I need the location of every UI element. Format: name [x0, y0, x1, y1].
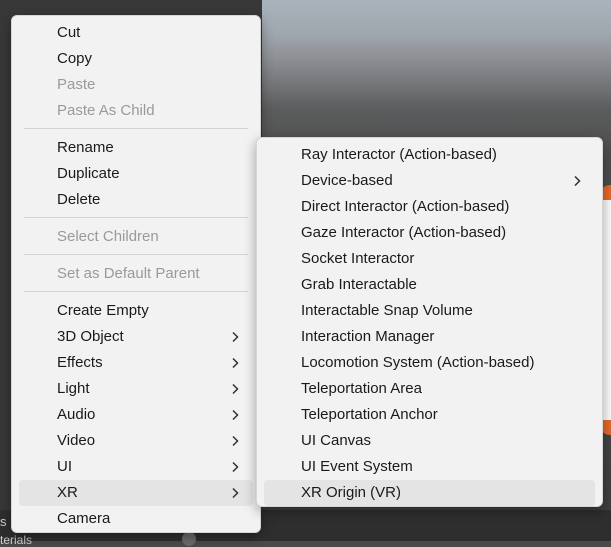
menu-item-label: Rename: [57, 139, 114, 156]
menu-item-label: Teleportation Area: [301, 380, 422, 397]
menu-item-label: Device-based: [301, 172, 393, 189]
menu-item-label: Duplicate: [57, 165, 120, 182]
slider-knob[interactable]: [182, 532, 196, 546]
menu-item-create-empty[interactable]: Create Empty: [19, 298, 253, 324]
menu-item-label: Interaction Manager: [301, 328, 435, 345]
submenu-item-locomotion-system[interactable]: Locomotion System (Action-based): [264, 350, 595, 376]
menu-item-label: Socket Interactor: [301, 250, 415, 267]
chevron-right-icon: [227, 329, 243, 345]
submenu-item-ray-interactor[interactable]: Ray Interactor (Action-based): [264, 142, 595, 168]
menu-item-video[interactable]: Video: [19, 428, 253, 454]
menu-item-label: Light: [57, 380, 90, 397]
menu-item-label: XR Origin (VR): [301, 484, 402, 501]
menu-item-audio[interactable]: Audio: [19, 402, 253, 428]
menu-item-label: Direct Interactor (Action-based): [301, 198, 510, 215]
menu-item-label: 3D Object: [57, 328, 124, 345]
submenu-item-interaction-manager[interactable]: Interaction Manager: [264, 324, 595, 350]
bottom-panel-label: s: [0, 514, 7, 529]
menu-item-light[interactable]: Light: [19, 376, 253, 402]
chevron-right-icon: [227, 355, 243, 371]
menu-item-camera[interactable]: Camera: [19, 506, 253, 532]
chevron-right-icon: [569, 173, 585, 189]
menu-item-cut[interactable]: Cut: [19, 20, 253, 46]
submenu-item-xr-origin[interactable]: XR Origin (VR): [264, 480, 595, 506]
menu-item-rename[interactable]: Rename: [19, 135, 253, 161]
submenu-item-ui-canvas[interactable]: UI Canvas: [264, 428, 595, 454]
menu-separator: [24, 217, 248, 218]
menu-item-ui[interactable]: UI: [19, 454, 253, 480]
menu-item-xr[interactable]: XR: [19, 480, 253, 506]
menu-item-label: Cut: [57, 24, 81, 41]
menu-item-3d-object[interactable]: 3D Object: [19, 324, 253, 350]
menu-item-label: Grab Interactable: [301, 276, 417, 293]
bottom-panel-sublabel: terials: [0, 533, 33, 547]
menu-item-label: Select Children: [57, 228, 159, 245]
menu-item-label: Locomotion System (Action-based): [301, 354, 535, 371]
menu-item-label: UI Canvas: [301, 432, 372, 449]
menu-separator: [24, 291, 248, 292]
menu-item-label: Paste As Child: [57, 102, 155, 119]
menu-separator: [24, 254, 248, 255]
submenu-item-teleportation-area[interactable]: Teleportation Area: [264, 376, 595, 402]
submenu-item-direct-interactor[interactable]: Direct Interactor (Action-based): [264, 194, 595, 220]
chevron-right-icon: [227, 459, 243, 475]
menu-item-duplicate[interactable]: Duplicate: [19, 161, 253, 187]
chevron-right-icon: [227, 381, 243, 397]
menu-item-label: Teleportation Anchor: [301, 406, 438, 423]
menu-item-label: Create Empty: [57, 302, 149, 319]
menu-item-label: Audio: [57, 406, 96, 423]
menu-item-label: UI Event System: [301, 458, 413, 475]
chevron-right-icon: [227, 407, 243, 423]
menu-item-paste: Paste: [19, 72, 253, 98]
menu-item-label: Gaze Interactor (Action-based): [301, 224, 507, 241]
submenu-item-socket-interactor[interactable]: Socket Interactor: [264, 246, 595, 272]
menu-item-delete[interactable]: Delete: [19, 187, 253, 213]
submenu-item-gaze-interactor[interactable]: Gaze Interactor (Action-based): [264, 220, 595, 246]
chevron-right-icon: [227, 433, 243, 449]
submenu-item-ui-event-system[interactable]: UI Event System: [264, 454, 595, 480]
submenu-item-teleportation-anchor[interactable]: Teleportation Anchor: [264, 402, 595, 428]
menu-item-label: Effects: [57, 354, 103, 371]
menu-item-label: Interactable Snap Volume: [301, 302, 473, 319]
menu-item-paste-as-child: Paste As Child: [19, 98, 253, 124]
xr-submenu: Ray Interactor (Action-based) Device-bas…: [256, 137, 603, 507]
menu-item-set-default-parent: Set as Default Parent: [19, 261, 253, 287]
menu-item-label: XR: [57, 484, 78, 501]
menu-item-label: Set as Default Parent: [57, 265, 200, 282]
chevron-right-icon: [227, 485, 243, 501]
submenu-item-device-based[interactable]: Device-based: [264, 168, 595, 194]
menu-item-label: Video: [57, 432, 96, 449]
menu-item-label: Copy: [57, 50, 93, 67]
menu-item-label: Camera: [57, 510, 111, 527]
menu-separator: [24, 128, 248, 129]
context-menu: Cut Copy Paste Paste As Child Rename Dup…: [11, 15, 261, 533]
menu-item-label: UI: [57, 458, 72, 475]
menu-item-label: Ray Interactor (Action-based): [301, 146, 497, 163]
menu-item-select-children: Select Children: [19, 224, 253, 250]
menu-item-copy[interactable]: Copy: [19, 46, 253, 72]
menu-item-label: Paste: [57, 76, 96, 93]
menu-item-effects[interactable]: Effects: [19, 350, 253, 376]
menu-item-label: Delete: [57, 191, 101, 208]
submenu-item-snap-volume[interactable]: Interactable Snap Volume: [264, 298, 595, 324]
submenu-item-grab-interactable[interactable]: Grab Interactable: [264, 272, 595, 298]
